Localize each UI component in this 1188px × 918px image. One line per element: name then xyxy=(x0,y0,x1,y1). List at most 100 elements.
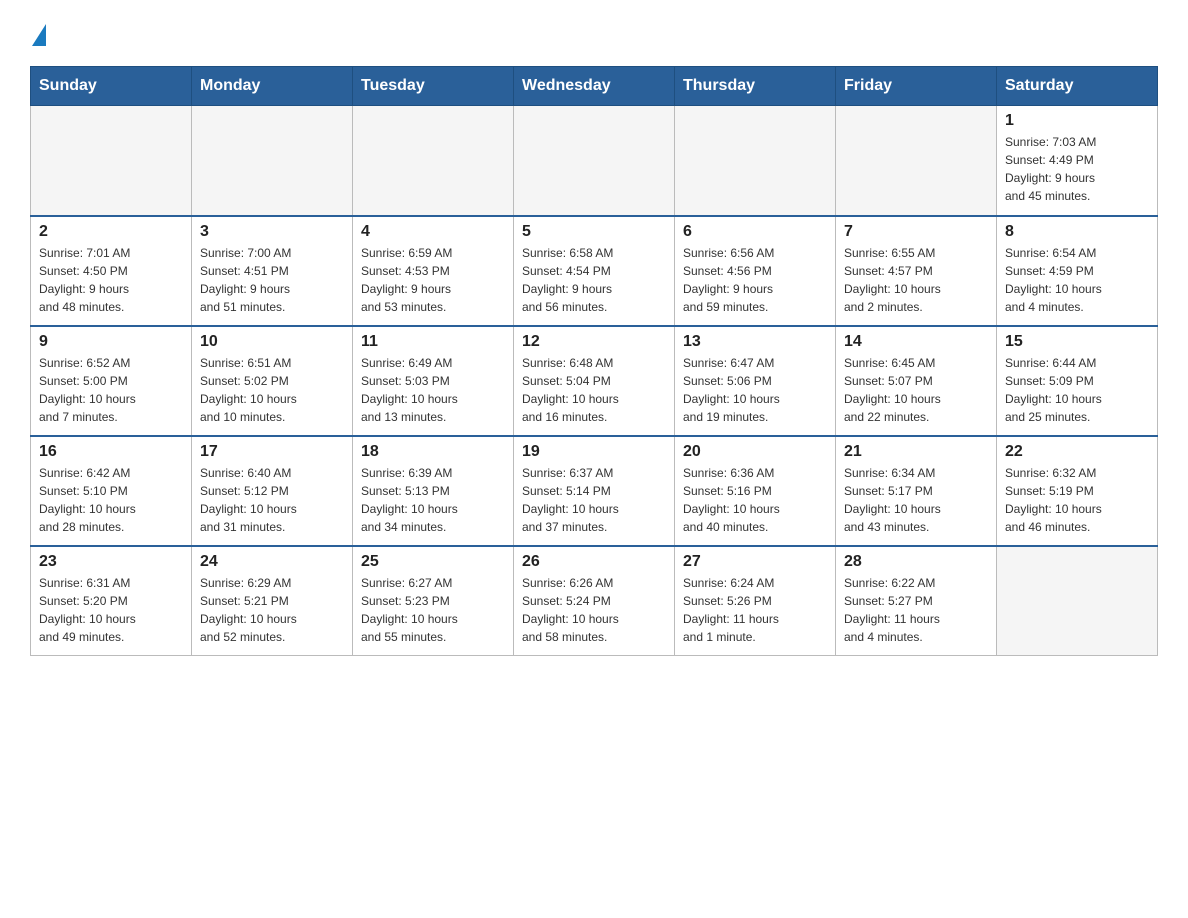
calendar-day-cell: 10 Sunrise: 6:51 AM Sunset: 5:02 PM Dayli… xyxy=(192,326,353,436)
day-number: 9 xyxy=(39,333,183,351)
day-number: 5 xyxy=(522,223,666,241)
day-info: Sunrise: 6:24 AM Sunset: 5:26 PM Dayligh… xyxy=(683,574,827,646)
weekday-header-monday: Monday xyxy=(192,67,353,106)
day-number: 10 xyxy=(200,333,344,351)
calendar-day-cell xyxy=(31,106,192,216)
day-info: Sunrise: 6:31 AM Sunset: 5:20 PM Dayligh… xyxy=(39,574,183,646)
weekday-header-wednesday: Wednesday xyxy=(514,67,675,106)
calendar-day-cell: 17 Sunrise: 6:40 AM Sunset: 5:12 PM Dayli… xyxy=(192,436,353,546)
calendar-week-row: 1Sunrise: 7:03 AM Sunset: 4:49 PM Daylig… xyxy=(31,106,1158,216)
calendar-day-cell xyxy=(997,546,1158,656)
day-info: Sunrise: 6:56 AM Sunset: 4:56 PM Dayligh… xyxy=(683,244,827,316)
day-number: 13 xyxy=(683,333,827,351)
day-number: 28 xyxy=(844,553,988,571)
day-number: 20 xyxy=(683,443,827,461)
day-info: Sunrise: 6:47 AM Sunset: 5:06 PM Dayligh… xyxy=(683,354,827,426)
weekday-header-sunday: Sunday xyxy=(31,67,192,106)
day-number: 14 xyxy=(844,333,988,351)
day-number: 8 xyxy=(1005,223,1149,241)
day-number: 11 xyxy=(361,333,505,351)
day-info: Sunrise: 6:27 AM Sunset: 5:23 PM Dayligh… xyxy=(361,574,505,646)
weekday-header-saturday: Saturday xyxy=(997,67,1158,106)
calendar-day-cell: 22 Sunrise: 6:32 AM Sunset: 5:19 PM Dayli… xyxy=(997,436,1158,546)
calendar-day-cell xyxy=(353,106,514,216)
day-info: Sunrise: 6:42 AM Sunset: 5:10 PM Dayligh… xyxy=(39,464,183,536)
day-number: 7 xyxy=(844,223,988,241)
day-number: 26 xyxy=(522,553,666,571)
day-number: 18 xyxy=(361,443,505,461)
calendar-day-cell: 18 Sunrise: 6:39 AM Sunset: 5:13 PM Dayli… xyxy=(353,436,514,546)
logo xyxy=(30,20,46,46)
day-number: 2 xyxy=(39,223,183,241)
day-info: Sunrise: 6:36 AM Sunset: 5:16 PM Dayligh… xyxy=(683,464,827,536)
day-number: 27 xyxy=(683,553,827,571)
calendar-day-cell: 23 Sunrise: 6:31 AM Sunset: 5:20 PM Dayli… xyxy=(31,546,192,656)
day-info: Sunrise: 6:40 AM Sunset: 5:12 PM Dayligh… xyxy=(200,464,344,536)
weekday-header-friday: Friday xyxy=(836,67,997,106)
day-number: 23 xyxy=(39,553,183,571)
day-number: 16 xyxy=(39,443,183,461)
calendar-day-cell: 28 Sunrise: 6:22 AM Sunset: 5:27 PM Dayli… xyxy=(836,546,997,656)
day-info: Sunrise: 6:37 AM Sunset: 5:14 PM Dayligh… xyxy=(522,464,666,536)
calendar-day-cell xyxy=(514,106,675,216)
day-info: Sunrise: 6:32 AM Sunset: 5:19 PM Dayligh… xyxy=(1005,464,1149,536)
calendar-day-cell: 19 Sunrise: 6:37 AM Sunset: 5:14 PM Dayli… xyxy=(514,436,675,546)
weekday-header-tuesday: Tuesday xyxy=(353,67,514,106)
day-info: Sunrise: 7:03 AM Sunset: 4:49 PM Dayligh… xyxy=(1005,133,1149,205)
day-info: Sunrise: 6:34 AM Sunset: 5:17 PM Dayligh… xyxy=(844,464,988,536)
day-info: Sunrise: 6:51 AM Sunset: 5:02 PM Dayligh… xyxy=(200,354,344,426)
day-info: Sunrise: 6:52 AM Sunset: 5:00 PM Dayligh… xyxy=(39,354,183,426)
calendar-day-cell: 5 Sunrise: 6:58 AM Sunset: 4:54 PM Daylig… xyxy=(514,216,675,326)
calendar-day-cell: 2 Sunrise: 7:01 AM Sunset: 4:50 PM Daylig… xyxy=(31,216,192,326)
calendar-day-cell: 25 Sunrise: 6:27 AM Sunset: 5:23 PM Dayli… xyxy=(353,546,514,656)
calendar-day-cell: 26 Sunrise: 6:26 AM Sunset: 5:24 PM Dayli… xyxy=(514,546,675,656)
day-info: Sunrise: 6:58 AM Sunset: 4:54 PM Dayligh… xyxy=(522,244,666,316)
day-number: 3 xyxy=(200,223,344,241)
page-header xyxy=(30,20,1158,46)
day-info: Sunrise: 7:00 AM Sunset: 4:51 PM Dayligh… xyxy=(200,244,344,316)
calendar-day-cell: 9 Sunrise: 6:52 AM Sunset: 5:00 PM Daylig… xyxy=(31,326,192,436)
weekday-header-thursday: Thursday xyxy=(675,67,836,106)
day-info: Sunrise: 7:01 AM Sunset: 4:50 PM Dayligh… xyxy=(39,244,183,316)
calendar-day-cell xyxy=(192,106,353,216)
calendar-day-cell: 1Sunrise: 7:03 AM Sunset: 4:49 PM Daylig… xyxy=(997,106,1158,216)
day-info: Sunrise: 6:45 AM Sunset: 5:07 PM Dayligh… xyxy=(844,354,988,426)
day-info: Sunrise: 6:55 AM Sunset: 4:57 PM Dayligh… xyxy=(844,244,988,316)
day-number: 24 xyxy=(200,553,344,571)
day-info: Sunrise: 6:49 AM Sunset: 5:03 PM Dayligh… xyxy=(361,354,505,426)
day-number: 15 xyxy=(1005,333,1149,351)
calendar-day-cell: 11 Sunrise: 6:49 AM Sunset: 5:03 PM Dayli… xyxy=(353,326,514,436)
day-number: 4 xyxy=(361,223,505,241)
day-number: 12 xyxy=(522,333,666,351)
calendar-day-cell: 8 Sunrise: 6:54 AM Sunset: 4:59 PM Daylig… xyxy=(997,216,1158,326)
calendar-day-cell: 13 Sunrise: 6:47 AM Sunset: 5:06 PM Dayli… xyxy=(675,326,836,436)
day-info: Sunrise: 6:22 AM Sunset: 5:27 PM Dayligh… xyxy=(844,574,988,646)
calendar-day-cell: 14 Sunrise: 6:45 AM Sunset: 5:07 PM Dayli… xyxy=(836,326,997,436)
calendar-day-cell: 21 Sunrise: 6:34 AM Sunset: 5:17 PM Dayli… xyxy=(836,436,997,546)
day-info: Sunrise: 6:54 AM Sunset: 4:59 PM Dayligh… xyxy=(1005,244,1149,316)
day-info: Sunrise: 6:26 AM Sunset: 5:24 PM Dayligh… xyxy=(522,574,666,646)
calendar-table: SundayMondayTuesdayWednesdayThursdayFrid… xyxy=(30,66,1158,656)
day-number: 22 xyxy=(1005,443,1149,461)
day-number: 21 xyxy=(844,443,988,461)
day-info: Sunrise: 6:39 AM Sunset: 5:13 PM Dayligh… xyxy=(361,464,505,536)
calendar-week-row: 9 Sunrise: 6:52 AM Sunset: 5:00 PM Daylig… xyxy=(31,326,1158,436)
logo-triangle-icon xyxy=(32,24,46,46)
calendar-day-cell: 15 Sunrise: 6:44 AM Sunset: 5:09 PM Dayli… xyxy=(997,326,1158,436)
calendar-day-cell: 7 Sunrise: 6:55 AM Sunset: 4:57 PM Daylig… xyxy=(836,216,997,326)
calendar-day-cell: 12Sunrise: 6:48 AM Sunset: 5:04 PM Dayli… xyxy=(514,326,675,436)
day-number: 25 xyxy=(361,553,505,571)
calendar-day-cell xyxy=(675,106,836,216)
calendar-day-cell xyxy=(836,106,997,216)
day-number: 17 xyxy=(200,443,344,461)
calendar-day-cell: 24 Sunrise: 6:29 AM Sunset: 5:21 PM Dayli… xyxy=(192,546,353,656)
calendar-day-cell: 6Sunrise: 6:56 AM Sunset: 4:56 PM Daylig… xyxy=(675,216,836,326)
calendar-week-row: 23 Sunrise: 6:31 AM Sunset: 5:20 PM Dayli… xyxy=(31,546,1158,656)
day-info: Sunrise: 6:44 AM Sunset: 5:09 PM Dayligh… xyxy=(1005,354,1149,426)
calendar-day-cell: 4Sunrise: 6:59 AM Sunset: 4:53 PM Daylig… xyxy=(353,216,514,326)
calendar-day-cell: 27 Sunrise: 6:24 AM Sunset: 5:26 PM Dayli… xyxy=(675,546,836,656)
calendar-week-row: 2 Sunrise: 7:01 AM Sunset: 4:50 PM Daylig… xyxy=(31,216,1158,326)
day-info: Sunrise: 6:29 AM Sunset: 5:21 PM Dayligh… xyxy=(200,574,344,646)
calendar-day-cell: 20 Sunrise: 6:36 AM Sunset: 5:16 PM Dayli… xyxy=(675,436,836,546)
day-number: 19 xyxy=(522,443,666,461)
